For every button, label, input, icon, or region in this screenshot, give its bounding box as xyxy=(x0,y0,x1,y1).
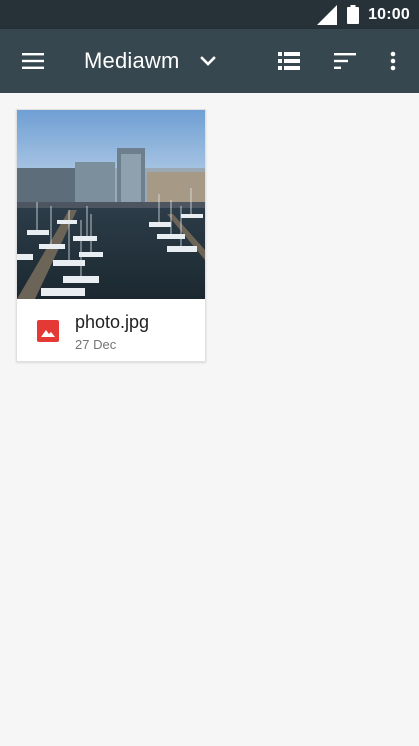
image-icon xyxy=(37,320,59,342)
more-vert-icon xyxy=(390,51,396,71)
sort-icon xyxy=(334,53,356,69)
sort-button[interactable] xyxy=(321,37,369,85)
file-name: photo.jpg xyxy=(75,312,150,332)
menu-button[interactable] xyxy=(9,37,57,85)
app-bar: Mediawm xyxy=(0,29,419,93)
list-view-icon xyxy=(278,52,300,70)
file-grid: photo.jpg 27 Dec xyxy=(0,93,419,746)
battery-icon xyxy=(347,5,360,24)
folder-selector[interactable]: Mediawm xyxy=(84,37,218,85)
file-date: 27 Dec xyxy=(75,337,117,352)
status-bar: 10:00 xyxy=(0,0,419,29)
file-card-footer: photo.jpg 27 Dec xyxy=(17,299,205,361)
chevron-down-icon xyxy=(199,56,216,66)
more-options-button[interactable] xyxy=(369,37,417,85)
status-time: 10:00 xyxy=(368,5,410,23)
photo-thumbnail xyxy=(17,110,205,299)
list-view-button[interactable] xyxy=(265,37,313,85)
file-card[interactable]: photo.jpg 27 Dec xyxy=(16,109,206,362)
app-bar-title: Mediawm xyxy=(84,48,180,73)
menu-icon xyxy=(22,53,44,69)
signal-icon xyxy=(317,4,338,25)
